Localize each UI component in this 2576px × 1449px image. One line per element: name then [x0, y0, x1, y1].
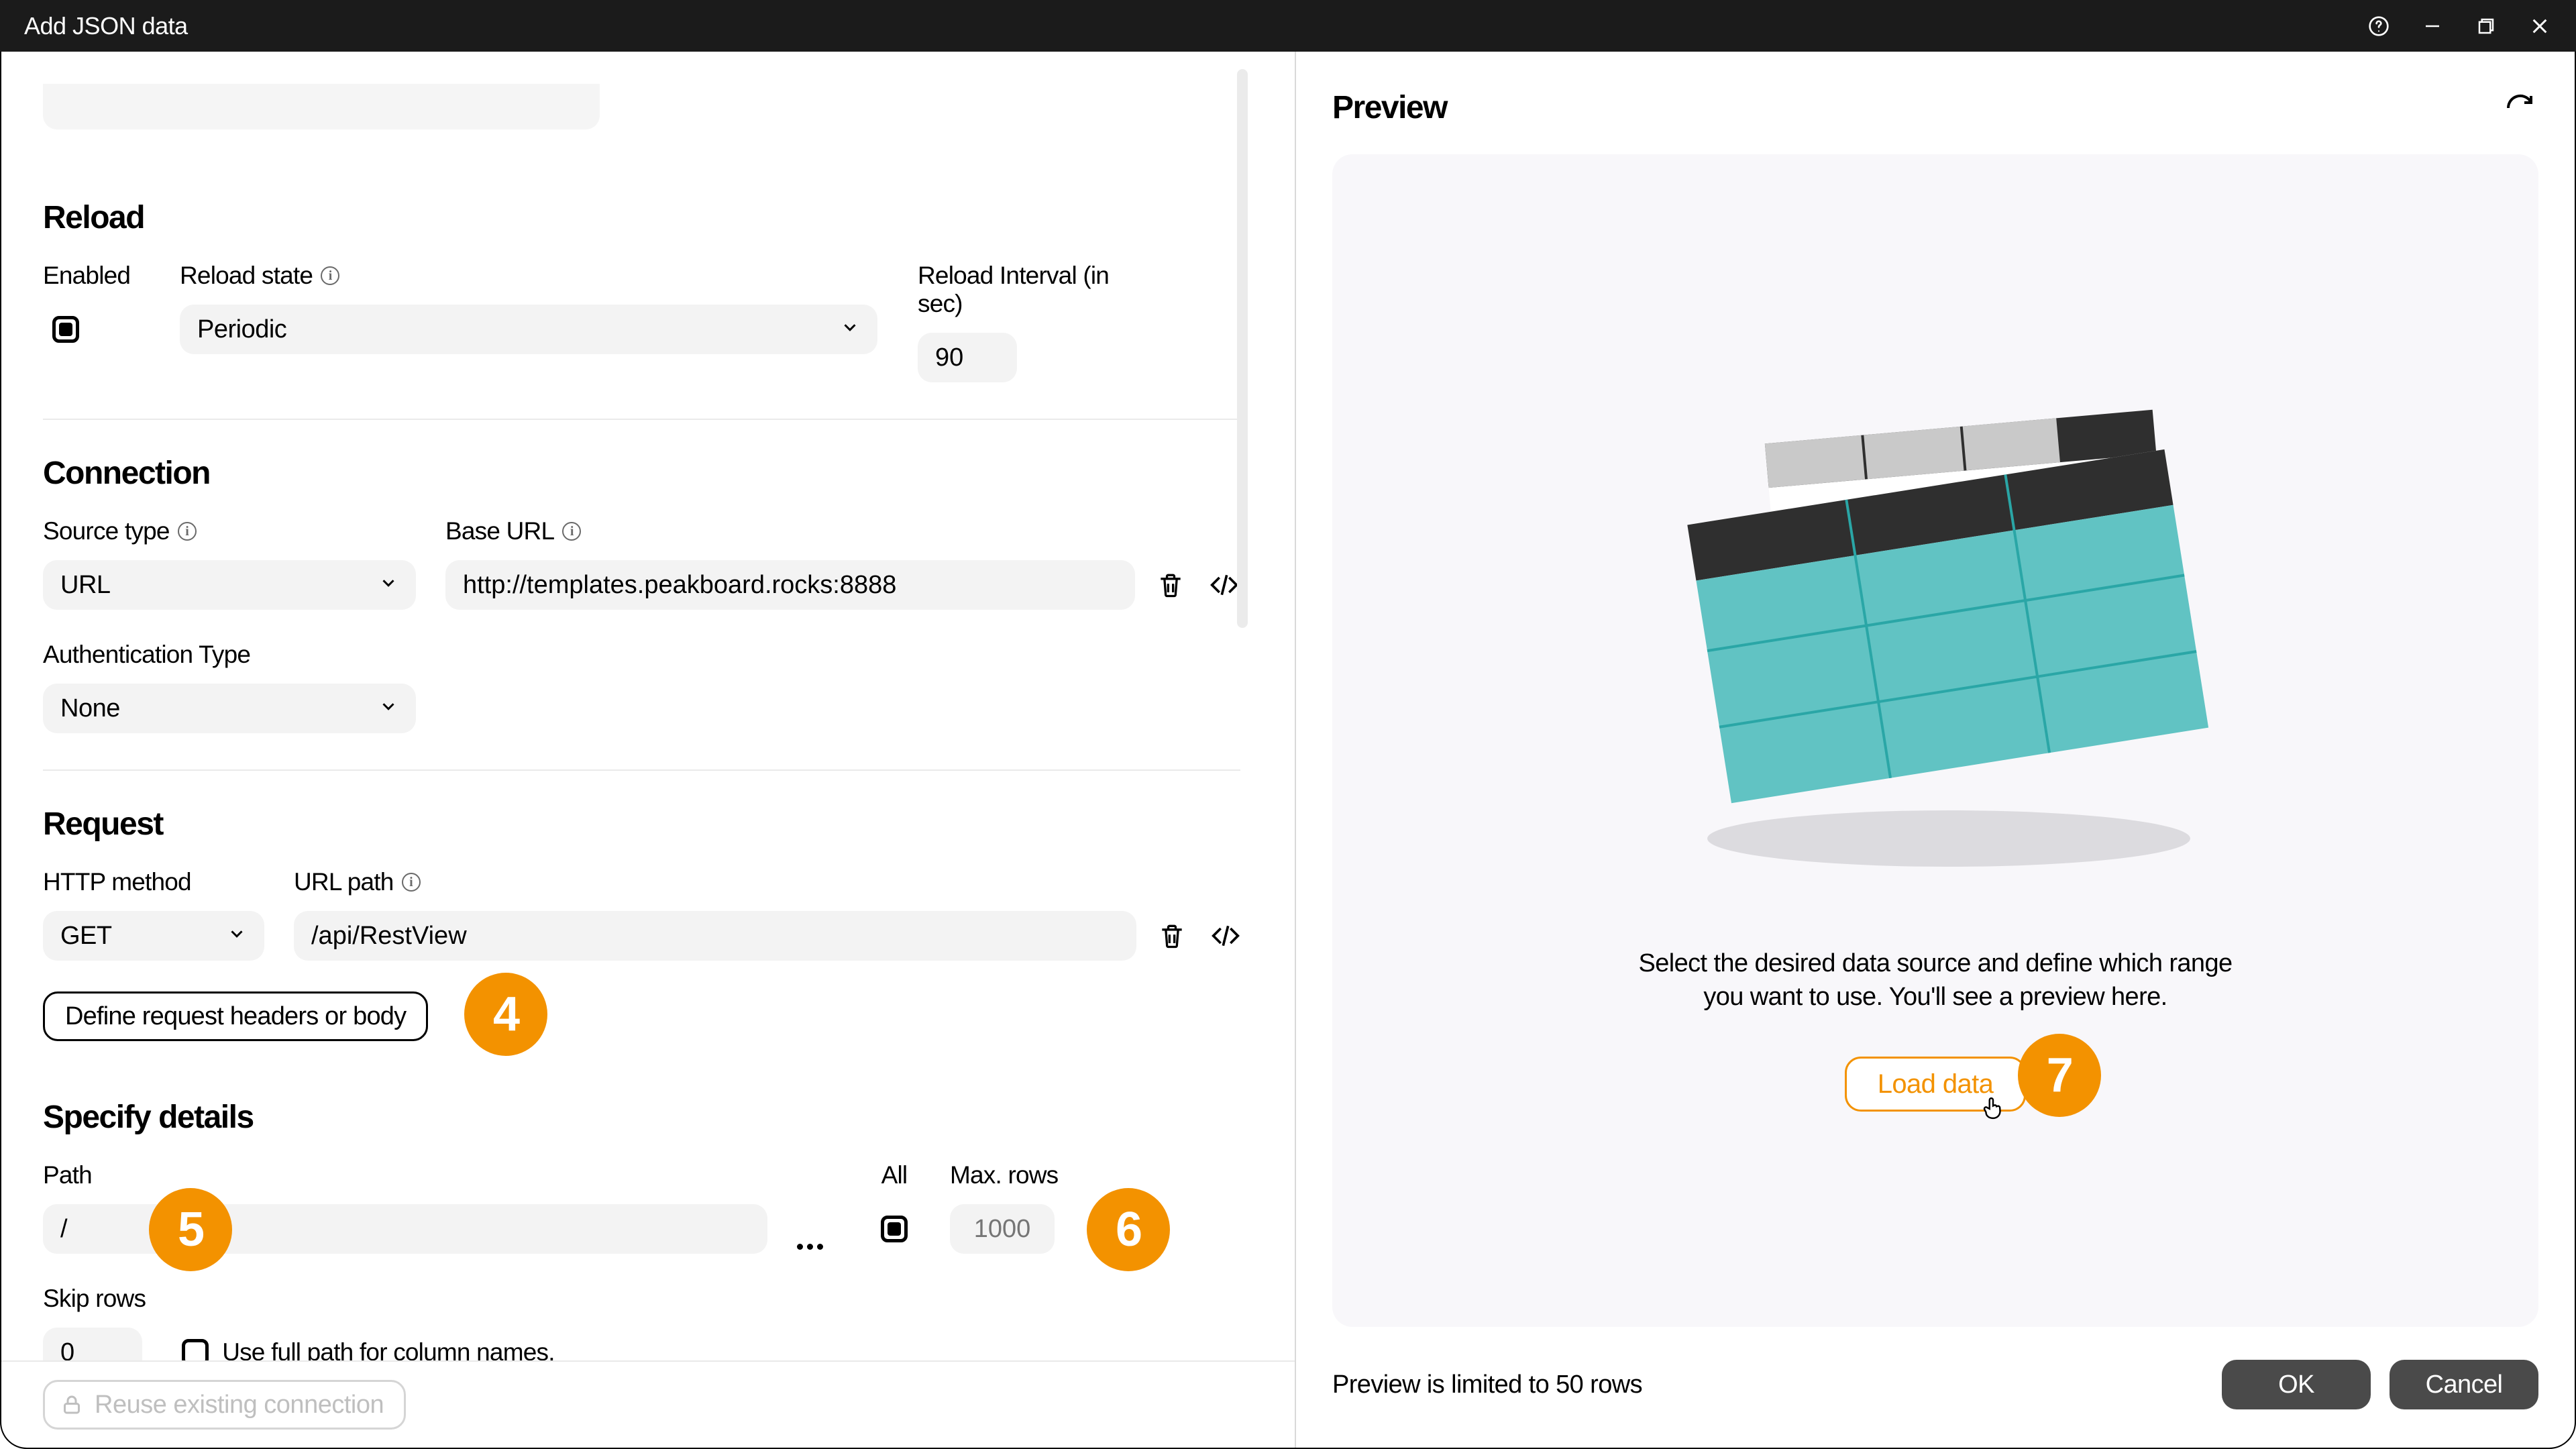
- left-footer: Reuse existing connection: [1, 1360, 1295, 1448]
- preview-header: Preview: [1332, 89, 2538, 126]
- reload-row: Enabled Reload state i Periodic: [43, 262, 1253, 382]
- preview-pane: Preview: [1296, 52, 2575, 1448]
- skip-rows-input[interactable]: [43, 1328, 142, 1360]
- define-headers-button[interactable]: Define request headers or body: [43, 991, 428, 1041]
- all-checkbox[interactable]: [881, 1216, 908, 1242]
- source-type-label: Source type i: [43, 517, 197, 545]
- info-icon[interactable]: i: [321, 266, 339, 285]
- window-body: Reload Enabled Reload state i: [0, 52, 2576, 1449]
- reload-state-label: Reload state i: [180, 262, 339, 290]
- reload-interval-input[interactable]: [918, 333, 1017, 382]
- reload-heading: Reload: [43, 199, 1253, 236]
- window-title: Add JSON data: [24, 12, 2343, 40]
- enabled-checkbox[interactable]: [52, 316, 79, 343]
- maximize-button[interactable]: [2469, 9, 2504, 44]
- base-url-label: Base URL i: [445, 517, 581, 545]
- annotation-5: 5: [149, 1188, 232, 1271]
- annotation-6: 6: [1087, 1188, 1170, 1271]
- cancel-button[interactable]: Cancel: [2390, 1360, 2538, 1409]
- divider: [43, 769, 1240, 771]
- base-url-input[interactable]: [445, 560, 1135, 610]
- reload-state-select[interactable]: Periodic: [180, 305, 877, 354]
- request-heading: Request: [43, 806, 1253, 843]
- annotation-7: 7: [2018, 1034, 2101, 1117]
- help-button[interactable]: [2361, 9, 2396, 44]
- title-bar: Add JSON data: [0, 0, 2576, 52]
- max-rows-label: Max. rows: [950, 1161, 1058, 1189]
- info-icon[interactable]: i: [402, 873, 421, 892]
- source-type-value: URL: [60, 571, 111, 600]
- close-button[interactable]: [2522, 9, 2557, 44]
- settings-pane: Reload Enabled Reload state i: [1, 52, 1296, 1448]
- preview-hint: Select the desired data source and defin…: [1638, 947, 2232, 1014]
- http-method-value: GET: [60, 922, 112, 951]
- trash-icon[interactable]: [1154, 918, 1190, 954]
- auth-type-value: None: [60, 694, 120, 723]
- skip-rows-label: Skip rows: [43, 1285, 146, 1313]
- reuse-connection-button[interactable]: Reuse existing connection: [43, 1380, 406, 1430]
- chevron-down-icon: [227, 922, 247, 951]
- preview-area: Select the desired data source and defin…: [1332, 154, 2538, 1327]
- right-footer: Preview is limited to 50 rows OK Cancel: [1332, 1348, 2538, 1421]
- connection-heading: Connection: [43, 455, 1253, 492]
- http-method-select[interactable]: GET: [43, 911, 264, 961]
- scrollbar-thumb[interactable]: [1237, 69, 1248, 628]
- source-type-select[interactable]: URL: [43, 560, 416, 610]
- all-label: All: [868, 1161, 920, 1189]
- details-heading: Specify details: [43, 1099, 1253, 1136]
- auth-type-select[interactable]: None: [43, 684, 416, 733]
- max-rows-input[interactable]: [950, 1204, 1055, 1254]
- ok-button[interactable]: OK: [2222, 1360, 2371, 1409]
- url-path-input[interactable]: [294, 911, 1136, 961]
- auth-type-label: Authentication Type: [43, 641, 250, 669]
- path-label: Path: [43, 1161, 92, 1189]
- full-path-checkbox[interactable]: [182, 1339, 209, 1360]
- scrollbar[interactable]: [1237, 65, 1248, 1280]
- reload-state-value: Periodic: [197, 315, 286, 344]
- preview-illustration: [1610, 396, 2261, 898]
- info-icon[interactable]: i: [562, 522, 581, 541]
- trash-icon[interactable]: [1152, 567, 1189, 603]
- cursor-pointer-icon: [1979, 1094, 2007, 1122]
- section-details: Specify details Path 5 All: [43, 1099, 1253, 1360]
- annotation-4: 4: [464, 973, 547, 1056]
- section-reload: Reload Enabled Reload state i: [43, 199, 1253, 382]
- divider: [43, 419, 1240, 420]
- refresh-icon[interactable]: [2502, 90, 2538, 126]
- reload-interval-label: Reload Interval (in sec): [918, 262, 1146, 318]
- section-request: Request HTTP method GET URL path i: [43, 806, 1253, 1041]
- collapsed-field-above: [43, 84, 600, 129]
- chevron-down-icon: [840, 315, 860, 344]
- more-icon[interactable]: [797, 1244, 823, 1250]
- reuse-connection-label: Reuse existing connection: [95, 1391, 384, 1419]
- settings-scroll: Reload Enabled Reload state i: [1, 52, 1295, 1360]
- lock-icon: [60, 1393, 84, 1417]
- chevron-down-icon: [378, 694, 398, 723]
- section-connection: Connection Source type i URL: [43, 455, 1253, 733]
- info-icon[interactable]: i: [178, 522, 197, 541]
- preview-limit-text: Preview is limited to 50 rows: [1332, 1371, 2203, 1399]
- chevron-down-icon: [378, 571, 398, 600]
- preview-heading: Preview: [1332, 89, 2502, 126]
- http-method-label: HTTP method: [43, 868, 191, 896]
- full-path-label: Use full path for column names.: [222, 1338, 555, 1360]
- enabled-label: Enabled: [43, 262, 130, 290]
- url-path-label: URL path i: [294, 868, 421, 896]
- minimize-button[interactable]: [2415, 9, 2450, 44]
